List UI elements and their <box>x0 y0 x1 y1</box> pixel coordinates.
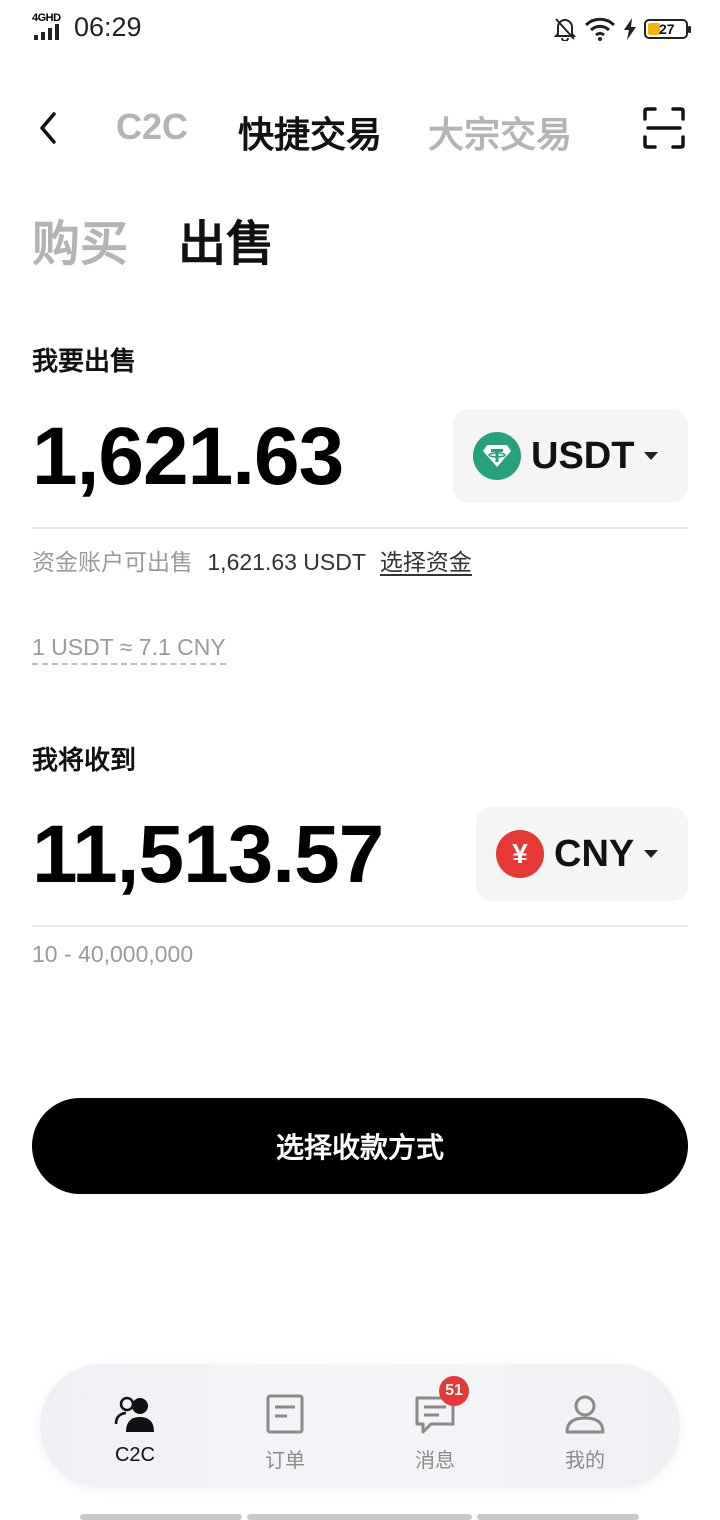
bottom-nav: C2C 订单 51 消息 我的 <box>40 1364 680 1488</box>
available-balance: 资金账户可出售 1,621.63 USDT 选择资金 <box>32 543 472 577</box>
sell-amount-label: 我要出售 <box>32 346 137 376</box>
receive-currency-selector[interactable]: ¥ CNY <box>476 807 688 901</box>
nav-label-orders: 订单 <box>265 1450 305 1472</box>
receive-amount-label: 我将收到 <box>32 745 137 775</box>
status-bar: 4GHD 06:29 27 <box>0 0 720 60</box>
home-indicator <box>477 1514 639 1520</box>
chevron-down-icon <box>644 452 659 460</box>
cny-symbol: ¥ <box>512 838 528 869</box>
nav-item-orders[interactable]: 订单 <box>225 1364 345 1488</box>
exchange-rate[interactable]: 1 USDT ≈ 7.1 CNY <box>32 634 226 665</box>
clock: 06:29 <box>74 12 142 42</box>
wifi-icon <box>584 17 616 41</box>
tab-quick-trade[interactable]: 快捷交易 <box>238 106 382 158</box>
battery-percent: 27 <box>659 21 675 37</box>
receive-amount-input[interactable]: 11,513.57 <box>32 808 384 902</box>
divider <box>32 527 688 529</box>
sell-amount-input[interactable]: 1,621.63 <box>32 410 344 504</box>
available-label: 资金账户可出售 <box>32 549 193 575</box>
tab-c2c[interactable]: C2C <box>116 106 188 148</box>
chevron-down-icon <box>644 850 659 858</box>
home-indicator <box>247 1514 472 1520</box>
select-funds-link[interactable]: 选择资金 <box>380 549 472 575</box>
users-icon <box>114 1396 154 1432</box>
network-type: 4GHD <box>32 12 61 24</box>
charging-icon <box>624 18 636 40</box>
nav-label-messages: 消息 <box>415 1450 455 1472</box>
message-icon-wrap: 51 <box>413 1376 469 1436</box>
back-button[interactable] <box>32 108 68 148</box>
scan-icon[interactable] <box>642 106 686 150</box>
buy-tab[interactable]: 购买 <box>32 204 128 274</box>
document-icon <box>266 1394 304 1434</box>
sell-currency-selector[interactable]: USDT <box>453 409 688 503</box>
select-payment-method-button[interactable]: 选择收款方式 <box>32 1098 688 1194</box>
battery-icon: 27 <box>644 19 691 39</box>
available-value: 1,621.63 USDT <box>207 549 366 575</box>
tab-bulk-trade[interactable]: 大宗交易 <box>428 106 572 158</box>
mute-bell-icon <box>554 18 576 41</box>
nav-item-c2c[interactable]: C2C <box>75 1364 195 1488</box>
receive-range: 10 - 40,000,000 <box>32 941 194 967</box>
unread-badge: 51 <box>439 1376 469 1406</box>
nav-label-profile: 我的 <box>565 1450 605 1472</box>
user-icon <box>565 1395 605 1434</box>
signal-icon <box>34 24 59 40</box>
home-indicator <box>80 1514 242 1520</box>
nav-item-profile[interactable]: 我的 <box>525 1364 645 1488</box>
usdt-icon <box>473 432 521 480</box>
nav-item-messages[interactable]: 51 消息 <box>375 1364 495 1488</box>
receive-currency-code: CNY <box>554 832 635 875</box>
cny-icon: ¥ <box>496 830 544 878</box>
sell-currency-code: USDT <box>531 434 635 477</box>
nav-label-c2c: C2C <box>114 1444 155 1466</box>
status-icons: 27 <box>554 16 691 42</box>
divider <box>32 925 688 927</box>
sell-tab[interactable]: 出售 <box>178 204 274 274</box>
